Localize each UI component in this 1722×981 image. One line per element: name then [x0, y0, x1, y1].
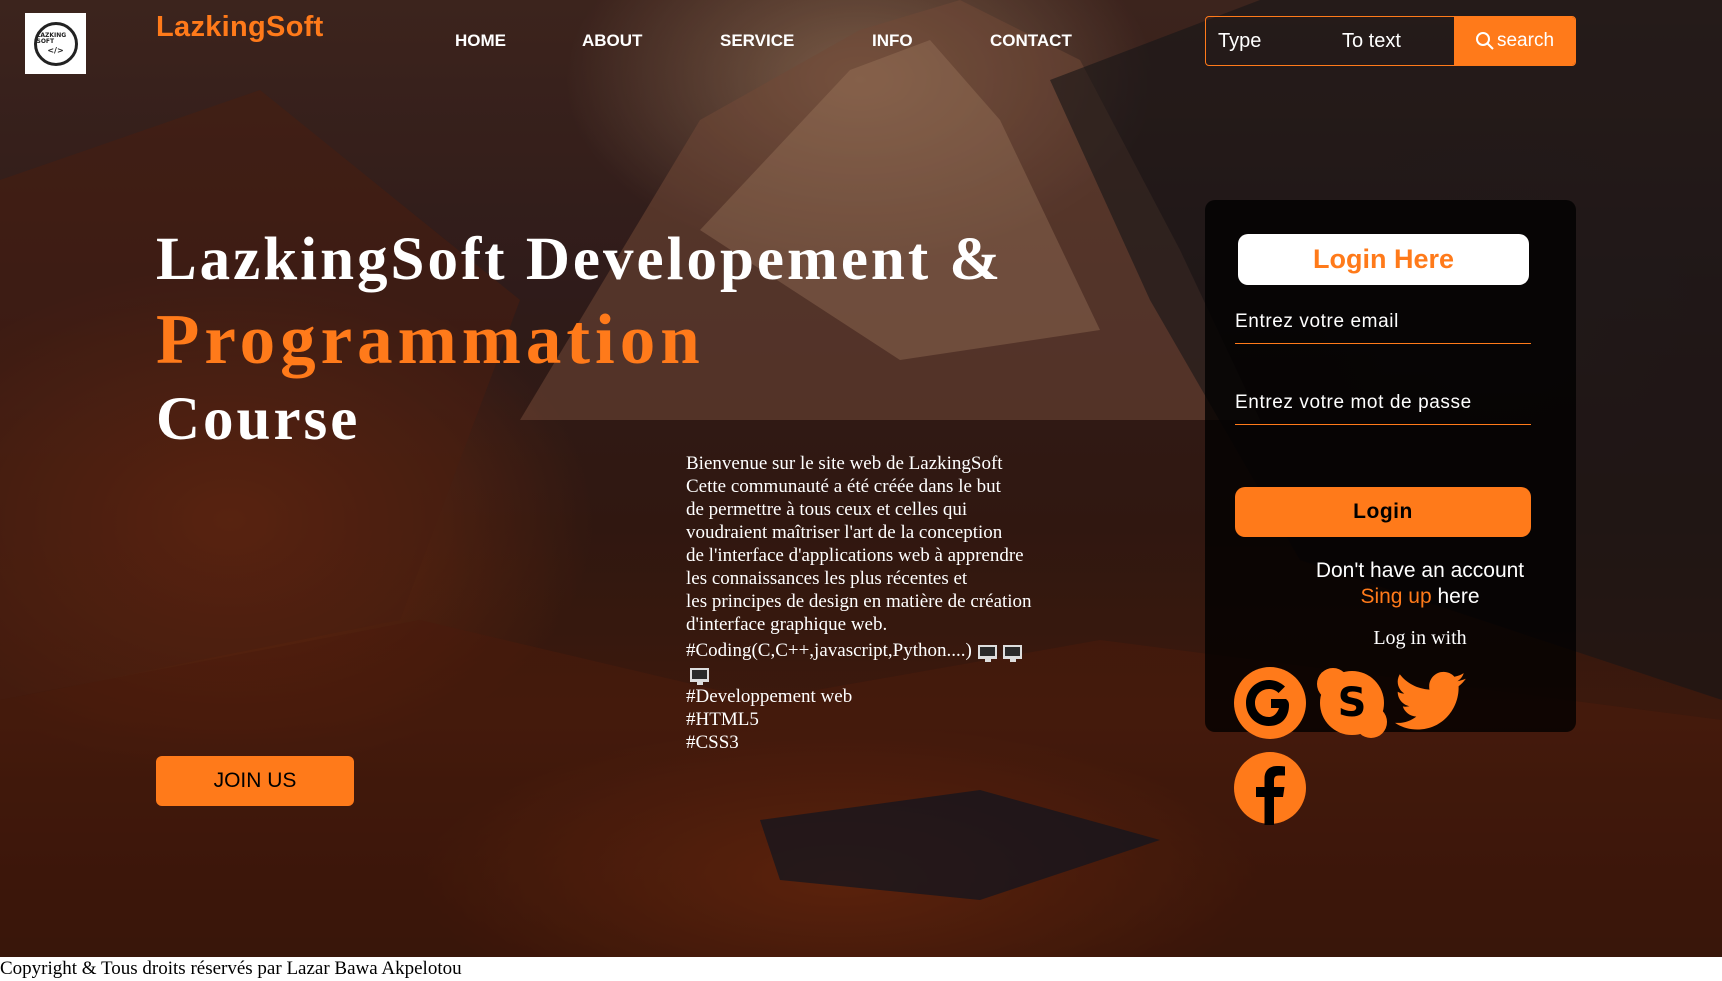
facebook-icon — [1234, 752, 1306, 825]
description-line: les principes de design en matière de cr… — [686, 591, 1032, 612]
search-type-input[interactable] — [1206, 17, 1330, 65]
signup-suffix: here — [1431, 585, 1480, 608]
signup-link[interactable]: Sing up — [1360, 585, 1431, 608]
login-panel: Login Here Login Don't have an account S… — [1205, 200, 1576, 732]
brand-name[interactable]: LazkingSoft — [156, 11, 324, 44]
nav-about[interactable]: ABOUT — [582, 31, 642, 51]
twitter-icon — [1395, 671, 1466, 730]
site-logo[interactable]: LAZKING SOFT </> — [25, 13, 86, 74]
nav-info[interactable]: INFO — [872, 31, 913, 51]
skype-icon: S — [1317, 668, 1387, 738]
join-us-button[interactable]: JOIN US — [156, 756, 354, 806]
twitter-login[interactable] — [1394, 671, 1468, 737]
login-button[interactable]: Login — [1235, 487, 1531, 537]
search-text-input[interactable] — [1330, 17, 1454, 65]
hero-title-course: Course — [156, 386, 361, 453]
computer-icon — [690, 667, 709, 685]
description-line: de permettre à tous ceux et celles qui — [686, 499, 968, 520]
signup-prompt: Don't have an account Sing up here — [1275, 558, 1565, 610]
code-icon: </> — [47, 45, 64, 55]
nav-home[interactable]: HOME — [455, 31, 506, 51]
login-with-label: Log in with — [1373, 627, 1467, 649]
description-line: voudraient maîtriser l'art de la concept… — [686, 522, 1003, 543]
description-line: Cette communauté a été créée dans le but — [686, 476, 1001, 497]
nav-service[interactable]: SERVICE — [720, 31, 794, 51]
skype-login[interactable]: S — [1315, 666, 1389, 740]
hero-title-highlight: Programmation — [156, 301, 705, 379]
facebook-login[interactable] — [1233, 751, 1307, 825]
login-title: Login Here — [1238, 234, 1529, 285]
hero-title: LazkingSoft Developement & — [156, 226, 1004, 293]
logo-emblem: LAZKING SOFT </> — [33, 21, 78, 66]
logo-text: LAZKING SOFT — [36, 31, 67, 45]
description-line: Bienvenue sur le site web de LazkingSoft — [686, 453, 1003, 474]
password-field[interactable] — [1235, 381, 1531, 425]
search-icon — [1475, 32, 1494, 50]
description-line: les connaissances les plus récentes et — [686, 568, 968, 589]
svg-text:S: S — [1338, 680, 1367, 726]
google-login[interactable] — [1233, 666, 1307, 740]
nav-contact[interactable]: CONTACT — [990, 31, 1072, 51]
tag-coding: #Coding(C,C++,javascript,Python....) — [686, 639, 1086, 685]
search-button-label: search — [1496, 30, 1555, 51]
computer-icon — [977, 644, 997, 662]
tag-web-dev: #Developpement web — [686, 686, 853, 707]
no-account-text: Don't have an account — [1315, 559, 1525, 582]
hero-description: Bienvenue sur le site web de LazkingSoft… — [686, 452, 1086, 754]
tag-css3: #CSS3 — [686, 732, 739, 753]
search-button[interactable]: search — [1454, 17, 1575, 65]
email-field[interactable] — [1235, 300, 1531, 344]
footer-copyright: Copyright & Tous droits réservés par Laz… — [0, 957, 1722, 981]
search-bar: search — [1205, 16, 1576, 66]
tag-html5: #HTML5 — [686, 709, 759, 730]
description-line: d'interface graphique web. — [686, 614, 888, 635]
computer-icon — [1002, 644, 1022, 662]
description-line: de l'interface d'applications web à appr… — [686, 545, 1024, 566]
tag-coding-text: #Coding(C,C++,javascript,Python....) — [686, 640, 972, 661]
google-icon — [1234, 667, 1306, 739]
